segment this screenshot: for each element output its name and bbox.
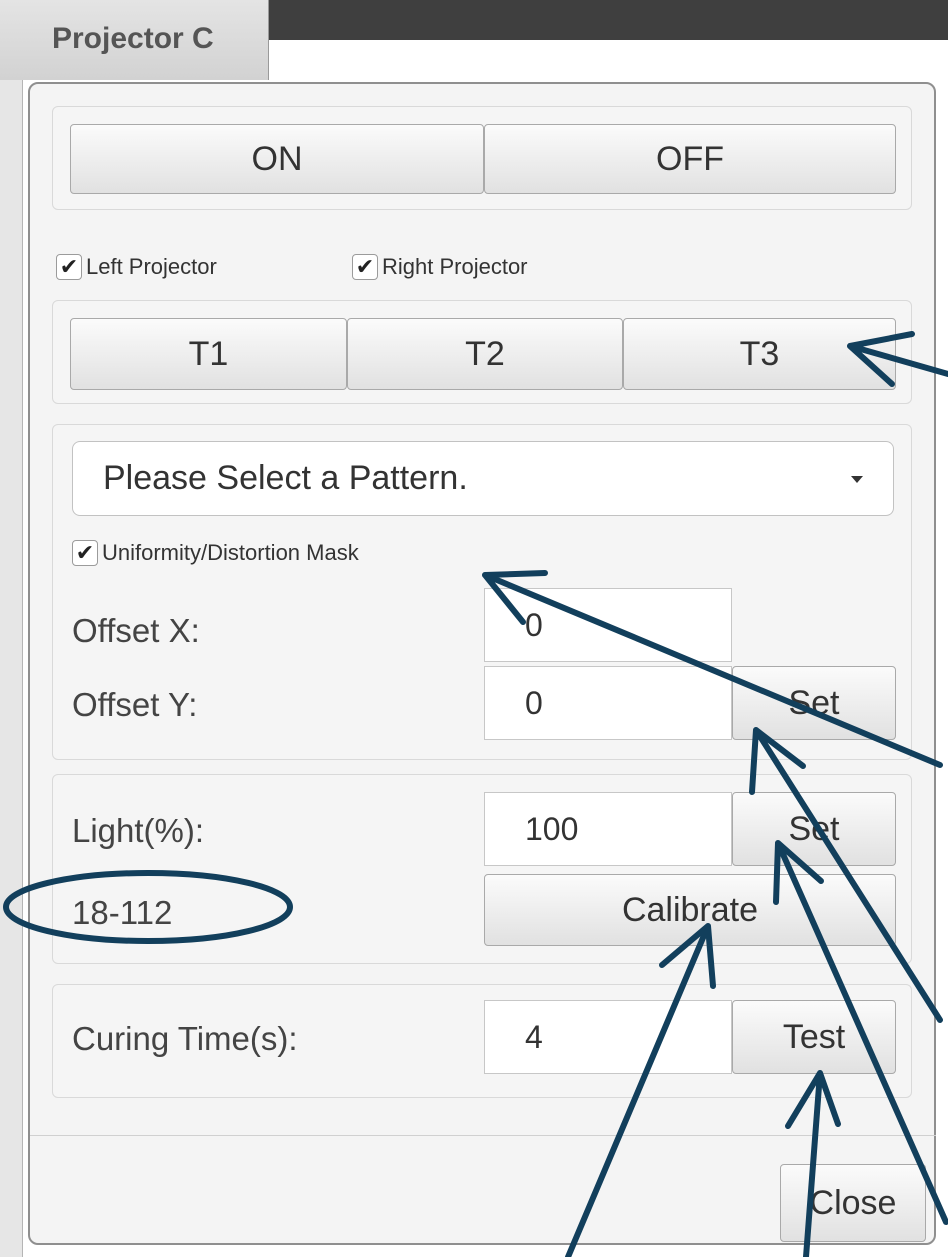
light-range-text: 18-112: [72, 894, 173, 931]
pattern-select-value: Please Select a Pattern.: [103, 459, 468, 497]
background-window: [268, 0, 948, 40]
light-label: Light(%):: [72, 812, 205, 849]
dialog-title: Projector C: [52, 22, 214, 55]
footer-divider: [30, 1135, 936, 1136]
caret-down-icon: [851, 476, 863, 483]
right-projector-checkbox[interactable]: ✔ Right Projector: [352, 254, 528, 280]
offset-x-input[interactable]: 0: [484, 588, 732, 662]
uniformity-mask-checkbox[interactable]: ✔ Uniformity/Distortion Mask: [72, 540, 359, 566]
curing-time-input[interactable]: 4: [484, 1000, 732, 1074]
uniformity-mask-label: Uniformity/Distortion Mask: [102, 540, 359, 565]
test-button[interactable]: Test: [732, 1000, 896, 1074]
t1-button[interactable]: T1: [70, 318, 347, 390]
offset-y-label: Offset Y:: [72, 686, 198, 723]
checkmark-icon: ✔: [352, 254, 378, 280]
light-input[interactable]: 100: [484, 792, 732, 866]
checkmark-icon: ✔: [72, 540, 98, 566]
left-projector-checkbox[interactable]: ✔ Left Projector: [56, 254, 217, 280]
offset-y-input[interactable]: 0: [484, 666, 732, 740]
pattern-select[interactable]: Please Select a Pattern.: [72, 441, 894, 516]
offset-set-button[interactable]: Set: [732, 666, 896, 740]
close-button[interactable]: Close: [780, 1164, 926, 1242]
off-button[interactable]: OFF: [484, 124, 896, 194]
t3-button[interactable]: T3: [623, 318, 896, 390]
light-set-button[interactable]: Set: [732, 792, 896, 866]
offset-x-label: Offset X:: [72, 612, 200, 649]
right-projector-label: Right Projector: [382, 254, 528, 279]
calibrate-button[interactable]: Calibrate: [484, 874, 896, 946]
dialog-titlebar[interactable]: Projector C: [0, 0, 269, 80]
left-projector-label: Left Projector: [86, 254, 217, 279]
on-button[interactable]: ON: [70, 124, 484, 194]
background-window-edge: [0, 80, 23, 1257]
checkmark-icon: ✔: [56, 254, 82, 280]
curing-time-label: Curing Time(s):: [72, 1020, 298, 1057]
t2-button[interactable]: T2: [347, 318, 623, 390]
